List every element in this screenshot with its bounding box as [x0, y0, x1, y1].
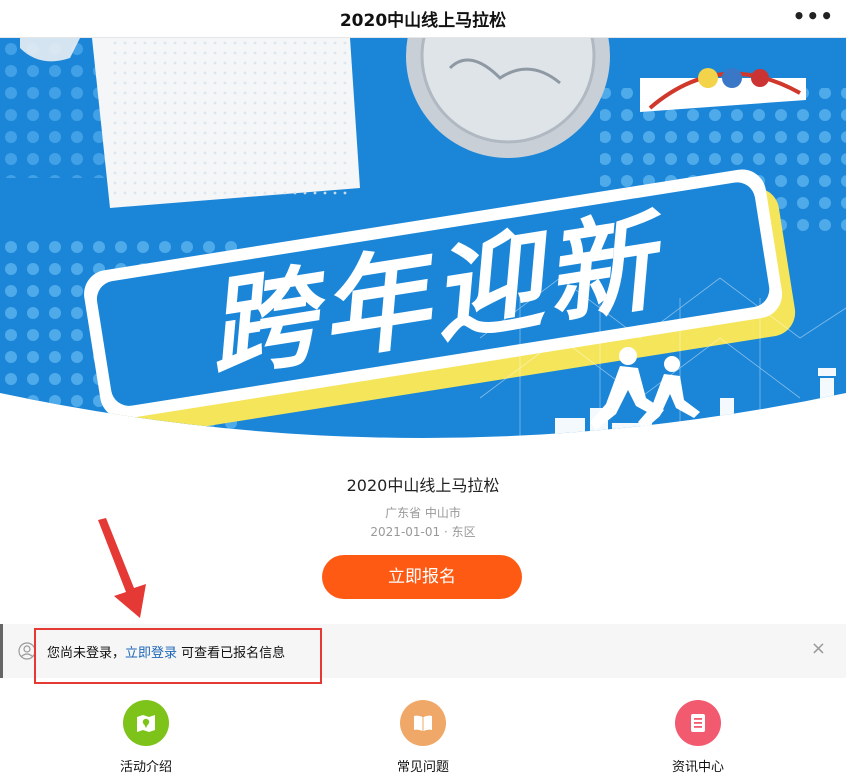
- notice-suffix: 可查看已报名信息: [177, 646, 286, 661]
- book-icon: [400, 700, 446, 746]
- login-notice-bar: 您尚未登录，立即登录 可查看已报名信息 ×: [0, 624, 846, 678]
- nav-label: 常见问题: [396, 760, 449, 775]
- notice-edge: [0, 624, 3, 678]
- signup-button[interactable]: 立即报名: [322, 555, 522, 599]
- nav-label: 资讯中心: [671, 760, 724, 775]
- page-title: 2020中山线上马拉松: [339, 11, 507, 31]
- nav-news-center[interactable]: 资讯中心: [638, 700, 758, 775]
- nav-label: 活动介绍: [119, 760, 172, 775]
- top-bar: 2020中山线上马拉松 •••: [0, 0, 846, 38]
- banner-artwork: 跨年迎新: [0, 38, 846, 438]
- event-title: 2020中山线上马拉松: [346, 476, 500, 495]
- map-pin-icon: [123, 700, 169, 746]
- red-arrow-annotation: [98, 518, 146, 618]
- notice-prefix: 您尚未登录，: [47, 646, 126, 661]
- user-icon: [18, 642, 36, 660]
- document-icon: [675, 700, 721, 746]
- nav-faq[interactable]: 常见问题: [363, 700, 483, 775]
- close-icon[interactable]: ×: [811, 638, 826, 659]
- bottom-nav: 活动介绍 常见问题 资讯中心: [0, 690, 846, 784]
- more-options-icon[interactable]: •••: [793, 4, 834, 28]
- login-notice-text: 您尚未登录，立即登录 可查看已报名信息: [47, 642, 285, 661]
- login-link[interactable]: 立即登录: [125, 646, 177, 661]
- nav-activity-intro[interactable]: 活动介绍: [86, 700, 206, 775]
- event-banner: 跨年迎新: [0, 38, 846, 458]
